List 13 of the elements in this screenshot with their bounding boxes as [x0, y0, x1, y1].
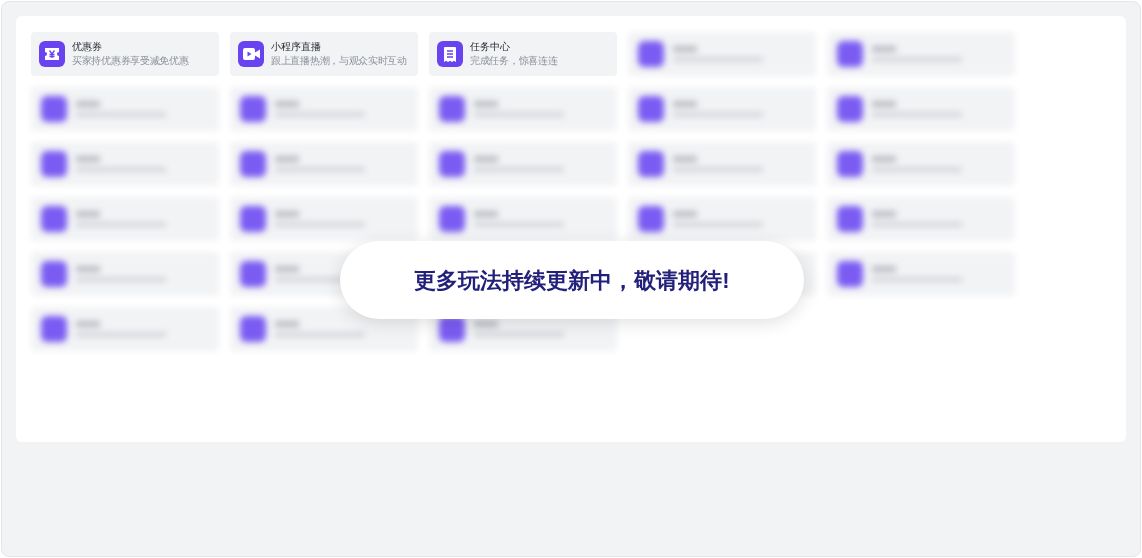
- video-camera-icon: [242, 48, 260, 60]
- feature-card[interactable]: 任务中心 完成任务，惊喜连连: [429, 32, 617, 76]
- ticket-icon: [44, 47, 60, 61]
- feature-description: 跟上直播热潮，与观众实时互动: [271, 54, 407, 68]
- feature-card[interactable]: 小程序直播 跟上直播热潮，与观众实时互动: [230, 32, 418, 76]
- feature-title: 小程序直播: [271, 40, 322, 54]
- feature-description: 买家持优惠券享受减免优惠: [72, 54, 189, 68]
- feature-card[interactable]: 优惠券 买家持优惠券享受减免优惠: [31, 32, 219, 76]
- feature-description: 完成任务，惊喜连连: [470, 54, 558, 68]
- document-icon: [444, 46, 456, 62]
- feature-title: 优惠券: [72, 40, 103, 54]
- feature-title: 任务中心: [470, 40, 511, 54]
- coming-soon-text: 更多玩法持续更新中，敬请期待!: [414, 266, 730, 295]
